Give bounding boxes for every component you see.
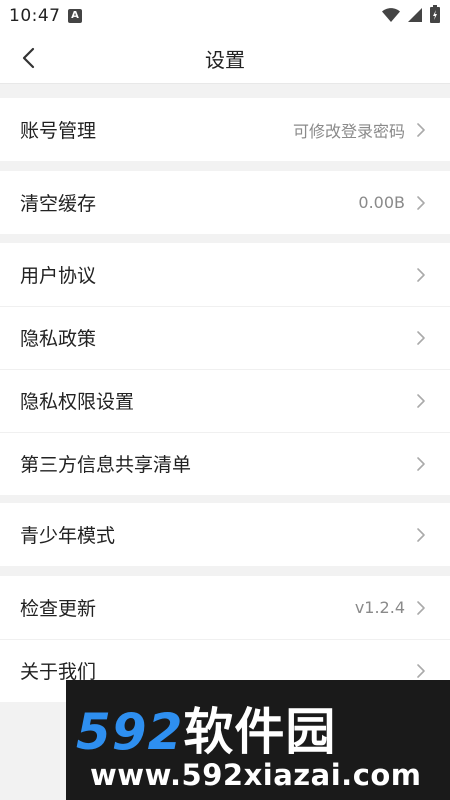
- page-title: 设置: [205, 48, 245, 72]
- settings-row-user-agreement[interactable]: 用户协议: [0, 243, 450, 306]
- settings-row-third-party-sharing[interactable]: 第三方信息共享清单: [0, 432, 450, 495]
- row-value: 可修改登录密码: [292, 121, 405, 141]
- settings-group-policies: 用户协议 隐私政策 隐私权限设置 第三方信息共享清单: [0, 243, 450, 495]
- status-time: 10:47: [9, 6, 61, 26]
- watermark-number: 592: [76, 703, 184, 761]
- settings-group-account: 账号管理 可修改登录密码: [0, 98, 450, 161]
- settings-group-youth: 青少年模式: [0, 503, 450, 566]
- settings-row-privacy-policy[interactable]: 隐私政策: [0, 306, 450, 369]
- row-label: 用户协议: [20, 265, 97, 287]
- watermark-logo: 592软件园: [76, 692, 336, 764]
- chevron-right-icon: [417, 393, 425, 408]
- row-label: 账号管理: [20, 120, 97, 142]
- row-value: v1.2.4: [354, 598, 405, 617]
- chevron-right-icon: [417, 122, 425, 137]
- row-label: 青少年模式: [20, 525, 116, 547]
- settings-row-account-management[interactable]: 账号管理 可修改登录密码: [0, 98, 450, 161]
- status-bar: 10:47 A: [0, 0, 450, 32]
- wifi-icon: [382, 7, 400, 26]
- signal-icon: [408, 7, 422, 26]
- chevron-right-icon: [417, 195, 425, 210]
- status-icons: [382, 5, 440, 27]
- row-label: 检查更新: [20, 598, 97, 620]
- chevron-right-icon: [417, 527, 425, 542]
- site-watermark: 592软件园 www.592xiazai.com: [66, 680, 450, 800]
- settings-group-cache: 清空缓存 0.00B: [0, 171, 450, 234]
- settings-row-clear-cache[interactable]: 清空缓存 0.00B: [0, 171, 450, 234]
- battery-icon: [430, 5, 440, 27]
- nav-bar: 设置: [0, 32, 450, 84]
- settings-row-check-update[interactable]: 检查更新 v1.2.4: [0, 576, 450, 639]
- row-label: 隐私权限设置: [20, 391, 135, 413]
- settings-row-youth-mode[interactable]: 青少年模式: [0, 503, 450, 566]
- watermark-url: www.592xiazai.com: [90, 758, 422, 792]
- chevron-right-icon: [417, 456, 425, 471]
- settings-row-privacy-permissions[interactable]: 隐私权限设置: [0, 369, 450, 432]
- chevron-right-icon: [417, 267, 425, 282]
- chevron-right-icon: [417, 663, 425, 678]
- chevron-right-icon: [417, 330, 425, 345]
- row-value: 0.00B: [358, 193, 405, 212]
- notification-a-icon: A: [68, 9, 82, 23]
- row-label: 隐私政策: [20, 328, 97, 350]
- row-label: 清空缓存: [20, 193, 97, 215]
- watermark-brand: 软件园: [183, 703, 337, 761]
- row-label: 第三方信息共享清单: [20, 454, 192, 476]
- chevron-right-icon: [417, 600, 425, 615]
